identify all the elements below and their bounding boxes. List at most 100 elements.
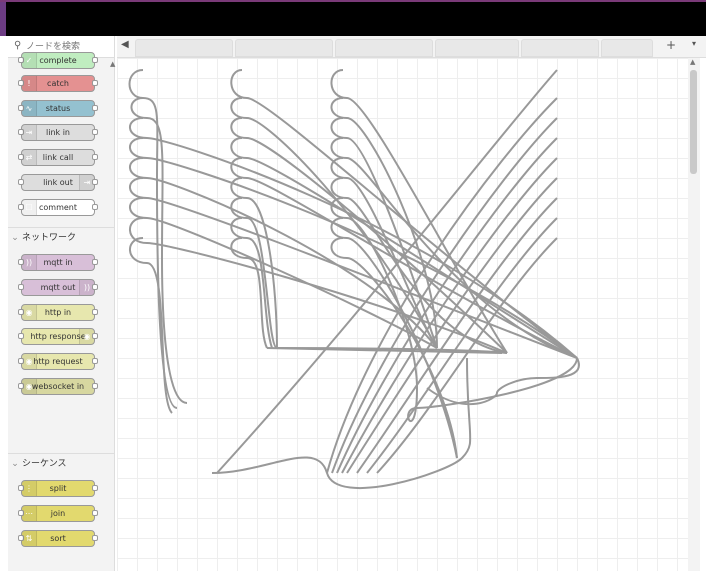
tab-flow-3[interactable]: [335, 39, 433, 57]
pulse-icon: ∿: [22, 101, 37, 116]
category-network[interactable]: ⌄ ネットワーク: [8, 227, 114, 247]
link-call-icon: ⇄: [22, 150, 37, 165]
output-port: [92, 333, 98, 339]
palette-node-label: split: [49, 484, 67, 493]
sort-icon: ⇅: [22, 531, 37, 546]
palette-node-status[interactable]: ∿ status: [18, 100, 98, 117]
output-port: [92, 383, 98, 389]
tab-scroll-left-icon[interactable]: ◀: [121, 39, 129, 50]
flow-menu-button[interactable]: ▾: [692, 39, 696, 48]
wires-layer: [128, 69, 580, 489]
palette-node-mqtt-in[interactable]: )) mqtt in: [18, 254, 98, 271]
palette-node-label: mqtt in: [43, 258, 73, 267]
websocket-icon: ◉: [22, 379, 37, 394]
palette-node-label: status: [45, 104, 71, 113]
palette-node-label: comment: [38, 203, 77, 212]
wire-39[interactable]: [426, 357, 580, 406]
search-icon: ⚲: [14, 40, 22, 51]
tab-flow-5[interactable]: [521, 39, 599, 57]
input-port: [18, 284, 24, 290]
chevron-down-icon: ⌄: [11, 459, 19, 469]
tab-flow-4[interactable]: [435, 39, 519, 57]
category-label: ネットワーク: [22, 233, 77, 243]
output-port: [92, 309, 98, 315]
palette-node-label: http in: [44, 308, 72, 317]
header-bar: [0, 0, 706, 36]
mqtt-icon: )): [22, 255, 37, 270]
output-port: [92, 510, 98, 516]
wire-37[interactable]: [211, 357, 472, 489]
wire-9[interactable]: [129, 237, 173, 414]
output-port: [92, 105, 98, 111]
output-port: [92, 204, 98, 210]
input-port: [18, 179, 24, 185]
palette-node-label: catch: [47, 79, 69, 88]
palette-node-http-in[interactable]: ◉ http in: [18, 304, 98, 321]
palette-node-label: link out: [43, 178, 73, 187]
tab-flow-2[interactable]: [235, 39, 333, 57]
exclamation-icon: !: [22, 76, 37, 91]
add-flow-button[interactable]: +: [666, 38, 676, 52]
palette-node-label: complete: [39, 56, 77, 65]
output-port: [92, 154, 98, 160]
globe-icon: ◉: [22, 305, 37, 320]
palette-node-label: join: [50, 509, 66, 518]
palette-node-comment[interactable]: ☐ comment: [18, 199, 98, 216]
split-icon: ⋮: [22, 481, 37, 496]
canvas-scrollbar[interactable]: ▲: [688, 58, 700, 571]
check-icon: ✓: [22, 53, 37, 68]
palette-node-complete[interactable]: ✓ complete: [18, 52, 98, 69]
workspace-tabs: ◀ + ▾: [117, 36, 706, 58]
output-port: [92, 284, 98, 290]
globe-icon: ◉: [22, 354, 37, 369]
category-label: シーケンス: [22, 459, 67, 469]
palette-node-catch[interactable]: ! catch: [18, 75, 98, 92]
palette-node-label: websocket in: [31, 382, 85, 391]
palette-node-http-request[interactable]: ◉ http request: [18, 353, 98, 370]
palette-node-label: mqtt out: [40, 283, 76, 292]
output-port: [92, 358, 98, 364]
palette-node-websocket-in[interactable]: ◉ websocket in: [18, 378, 98, 395]
palette-node-link-in[interactable]: ⇥ link in: [18, 124, 98, 141]
scroll-up-icon[interactable]: ▲: [690, 58, 695, 66]
tab-flow-1[interactable]: [135, 39, 233, 57]
output-port: [92, 485, 98, 491]
palette-node-join[interactable]: ⋯ join: [18, 505, 98, 522]
palette-node-label: http response: [30, 332, 86, 341]
wire-6[interactable]: [129, 177, 578, 359]
output-port: [92, 179, 98, 185]
palette-node-link-out[interactable]: ⇥ link out: [18, 174, 98, 191]
wire-5[interactable]: [129, 157, 438, 349]
tab-flow-6[interactable]: [601, 39, 653, 57]
input-port: [18, 333, 24, 339]
palette-node-sort[interactable]: ⇅ sort: [18, 530, 98, 547]
wire-20[interactable]: [330, 97, 438, 349]
palette-node-link-call[interactable]: ⇄ link call: [18, 149, 98, 166]
palette-node-label: sort: [50, 534, 66, 543]
palette-node-http-response[interactable]: ◉ http response: [18, 328, 98, 345]
palette-node-label: link call: [42, 153, 74, 162]
node-palette: ⚲ ✓complete! catch ∿ status ⇥ link in ⇄ link ca…: [8, 36, 115, 571]
scrollbar-thumb[interactable]: [690, 70, 697, 174]
wire-2[interactable]: [130, 97, 188, 404]
wire-12[interactable]: [230, 117, 508, 354]
join-icon: ⋯: [22, 506, 37, 521]
chevron-down-icon: ⌄: [11, 233, 19, 243]
palette-scroll-up-icon[interactable]: ▲: [110, 60, 115, 68]
output-port: [92, 535, 98, 541]
palette-node-split[interactable]: ⋮ split: [18, 480, 98, 497]
flow-canvas[interactable]: [117, 58, 688, 571]
link-in-icon: ⇥: [22, 125, 37, 140]
output-port: [92, 129, 98, 135]
output-port: [92, 57, 98, 63]
output-port: [92, 259, 98, 265]
palette-node-label: link in: [46, 128, 70, 137]
palette-node-label: http request: [33, 357, 83, 366]
comment-icon: ☐: [22, 200, 37, 215]
wire-26[interactable]: [330, 217, 458, 459]
output-port: [92, 80, 98, 86]
palette-node-mqtt-out[interactable]: )) mqtt out: [18, 279, 98, 296]
header-accent: [0, 2, 6, 36]
category-sequence[interactable]: ⌄ シーケンス: [8, 453, 114, 473]
wire-8[interactable]: [129, 217, 508, 354]
